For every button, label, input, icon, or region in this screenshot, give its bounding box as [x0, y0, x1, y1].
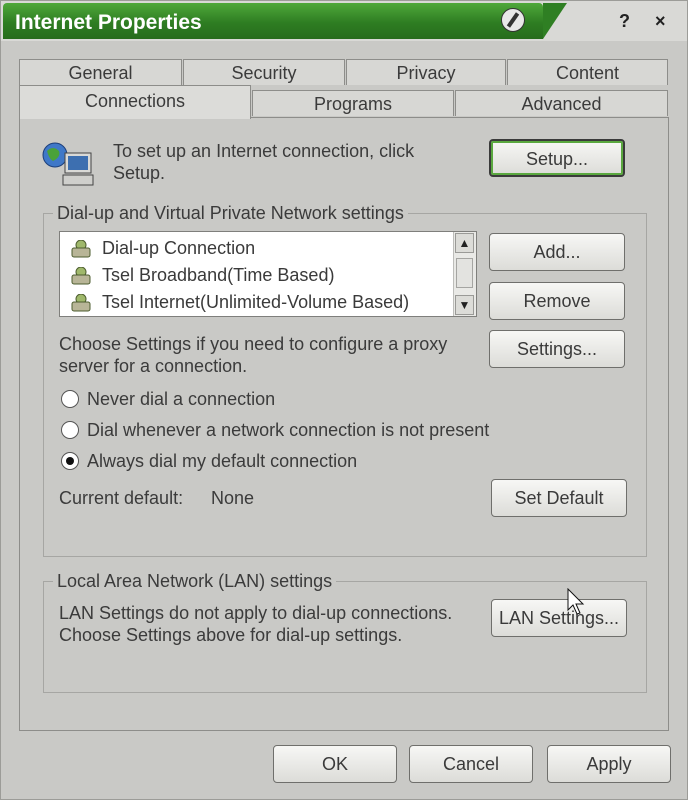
setup-button[interactable]: Setup... [489, 139, 625, 177]
lan-settings-button[interactable]: LAN Settings... [491, 599, 627, 637]
proxy-text-line1: Choose Settings if you need to configure… [59, 334, 448, 354]
phone-icon [71, 294, 91, 312]
tab-privacy[interactable]: Privacy [346, 59, 506, 85]
radio-label-dial-whenever[interactable]: Dial whenever a network connection is no… [87, 420, 489, 441]
tab-content[interactable]: Content [507, 59, 668, 85]
connection-name: Tsel Internet(Unlimited-Volume Based) [102, 292, 410, 312]
radio-label-always-dial[interactable]: Always dial my default connection [87, 451, 357, 472]
connection-name: Tsel Broadband(Time Based) [102, 265, 335, 285]
remove-button[interactable]: Remove [489, 282, 625, 320]
tab-security[interactable]: Security [183, 59, 345, 85]
phone-icon [71, 267, 91, 285]
current-default-value: None [211, 488, 255, 508]
radio-dial-whenever[interactable] [61, 421, 79, 439]
lan-text-line1: LAN Settings do not apply to dial-up con… [59, 603, 453, 623]
close-button[interactable]: × [655, 11, 666, 32]
setup-text-line1: To set up an Internet connection, click [113, 141, 415, 161]
connection-name: Dial-up Connection [102, 238, 256, 258]
add-button[interactable]: Add... [489, 233, 625, 271]
tab-advanced[interactable]: Advanced [455, 90, 668, 116]
phone-icon [71, 240, 91, 258]
list-scrollbar[interactable]: ▲ ▼ [453, 232, 476, 316]
dialup-group-label: Dial-up and Virtual Private Network sett… [53, 203, 408, 224]
tab-general[interactable]: General [19, 59, 182, 85]
title-bar[interactable]: Internet Properties ? × [1, 1, 687, 41]
tab-connections[interactable]: Connections [19, 85, 251, 119]
proxy-text-line2: server for a connection. [59, 356, 248, 376]
apply-button[interactable]: Apply [547, 745, 671, 783]
internet-properties-window: Internet Properties ? × General Security… [0, 0, 688, 800]
mouse-cursor-icon [567, 588, 585, 615]
radio-label-never-dial[interactable]: Never dial a connection [87, 389, 275, 410]
lan-text-line2: Choose Settings above for dial-up settin… [59, 625, 403, 645]
set-default-button[interactable]: Set Default [491, 479, 627, 517]
help-button[interactable]: ? [619, 11, 630, 32]
setup-text-line2: Setup. [113, 163, 166, 183]
settings-button[interactable]: Settings... [489, 330, 625, 368]
scroll-down-icon[interactable]: ▼ [455, 295, 474, 315]
title-bar-green: Internet Properties [3, 3, 567, 39]
radio-always-dial[interactable] [61, 452, 79, 470]
connection-list[interactable]: Dial-up Connection Tsel Broadband(Time B… [59, 231, 477, 317]
network-setup-icon [42, 142, 94, 186]
cancel-button[interactable]: Cancel [409, 745, 533, 783]
window-title: Internet Properties [15, 11, 202, 34]
scroll-up-icon[interactable]: ▲ [455, 233, 474, 253]
radio-never-dial[interactable] [61, 390, 79, 408]
lan-group-label: Local Area Network (LAN) settings [53, 571, 337, 592]
current-default-label: Current default: [59, 488, 184, 508]
ok-button[interactable]: OK [273, 745, 397, 783]
scroll-thumb[interactable] [456, 258, 473, 288]
no-entry-icon [501, 8, 525, 32]
tab-programs[interactable]: Programs [252, 90, 454, 116]
